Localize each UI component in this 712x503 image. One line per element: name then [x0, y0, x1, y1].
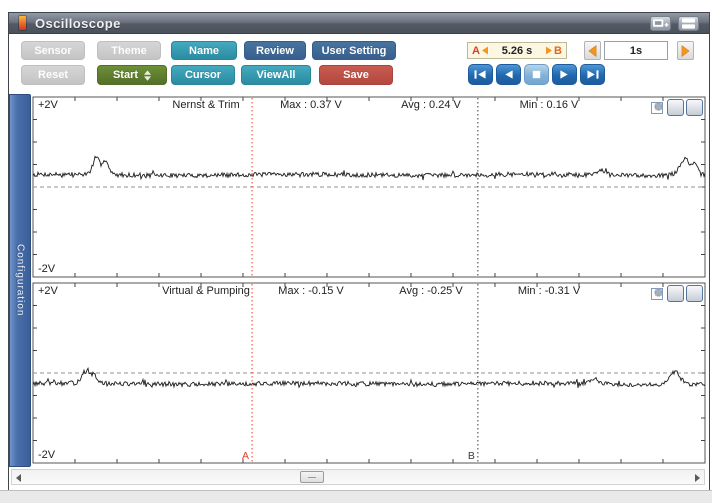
screen-popout-icon	[653, 18, 669, 27]
play-forward-button[interactable]	[552, 64, 577, 85]
arrow-right-icon	[681, 44, 690, 57]
popout-window-button[interactable]	[650, 15, 671, 31]
app-icon	[19, 16, 26, 30]
user-setting-button[interactable]: User Setting	[312, 41, 396, 60]
start-button[interactable]: Start	[97, 65, 167, 85]
oscilloscope-window: Oscilloscope Sensor Theme Name Review Us…	[8, 12, 710, 491]
cursor-button-label: Cursor	[184, 69, 222, 81]
start-spinner-icon	[144, 69, 152, 81]
tile-panels-button[interactable]	[678, 15, 699, 31]
close-icon	[654, 288, 663, 297]
zoom-in-channel-button[interactable]	[654, 285, 684, 302]
cursor-b-label: B	[554, 44, 562, 57]
sensor-button-label: Sensor	[34, 44, 72, 57]
zoom-in-channel-button[interactable]	[654, 99, 684, 116]
scroll-right-icon[interactable]	[695, 474, 700, 482]
save-button[interactable]: Save	[319, 65, 393, 85]
close-icon	[654, 102, 663, 111]
timebase-increase-button[interactable]	[677, 41, 694, 60]
close-channel-button[interactable]	[654, 99, 703, 116]
reset-button-label: Reset	[38, 69, 68, 81]
skip-to-start-button[interactable]	[468, 64, 493, 85]
theme-button[interactable]: Theme	[97, 41, 161, 60]
scrollbar-thumb[interactable]	[300, 471, 324, 483]
toolbar: Sensor Theme Name Review User Setting Re…	[9, 34, 709, 94]
viewall-button[interactable]: ViewAll	[241, 65, 311, 85]
cursor-a-label: A	[472, 44, 480, 57]
configuration-tab-label: Configuration	[14, 244, 26, 317]
stop-icon	[532, 70, 541, 79]
charts-area: Configuration +2V Nernst & Trim Max : 0.…	[9, 94, 709, 467]
svg-text:A: A	[242, 450, 249, 462]
viewall-button-label: ViewAll	[256, 69, 296, 81]
timebase-value-text: 1s	[629, 44, 643, 57]
skip-to-start-icon	[474, 70, 486, 79]
start-button-label: Start	[112, 69, 139, 81]
waveform-plot-1[interactable]	[31, 96, 707, 278]
name-button[interactable]: Name	[171, 41, 237, 60]
chart-virtual-pumping: AB +2V Virtual & Pumping Max : -0.15 V A…	[31, 282, 707, 464]
skip-to-end-icon	[587, 70, 599, 79]
name-button-label: Name	[189, 44, 219, 57]
stacked-panels-icon	[682, 17, 695, 29]
skip-to-end-button[interactable]	[580, 64, 605, 85]
timebase-decrease-button[interactable]	[584, 41, 601, 60]
sensor-button[interactable]: Sensor	[21, 41, 85, 60]
playback-controls	[468, 64, 605, 85]
titlebar: Oscilloscope	[9, 13, 709, 34]
review-button[interactable]: Review	[244, 41, 306, 60]
ab-time-readout: A 5.26 s B	[467, 42, 567, 59]
play-forward-icon	[560, 70, 568, 79]
user-setting-button-label: User Setting	[321, 44, 387, 57]
scroll-left-icon[interactable]	[16, 474, 21, 482]
horizontal-scrollbar[interactable]	[11, 469, 705, 485]
cursor-button[interactable]: Cursor	[171, 65, 235, 85]
desktop-strip	[0, 490, 712, 503]
close-channel-button[interactable]	[654, 285, 703, 302]
theme-button-label: Theme	[111, 44, 147, 57]
ab-delta-value: 5.26 s	[501, 44, 533, 57]
svg-text:B: B	[468, 450, 475, 462]
waveform-plot-2[interactable]: AB	[31, 282, 707, 464]
save-button-label: Save	[343, 69, 369, 81]
stop-button[interactable]	[524, 64, 549, 85]
window-title: Oscilloscope	[35, 15, 121, 31]
arrow-left-icon	[588, 44, 597, 57]
configuration-tab[interactable]: Configuration	[9, 94, 31, 467]
step-backward-icon	[505, 70, 513, 79]
chart-nernst-trim: +2V Nernst & Trim Max : 0.37 V Avg : 0.2…	[31, 96, 707, 278]
reset-button[interactable]: Reset	[21, 65, 85, 85]
timebase-value[interactable]: 1s	[604, 41, 668, 60]
review-button-label: Review	[256, 44, 294, 57]
step-backward-button[interactable]	[496, 64, 521, 85]
step-b-right-icon[interactable]	[546, 46, 553, 55]
